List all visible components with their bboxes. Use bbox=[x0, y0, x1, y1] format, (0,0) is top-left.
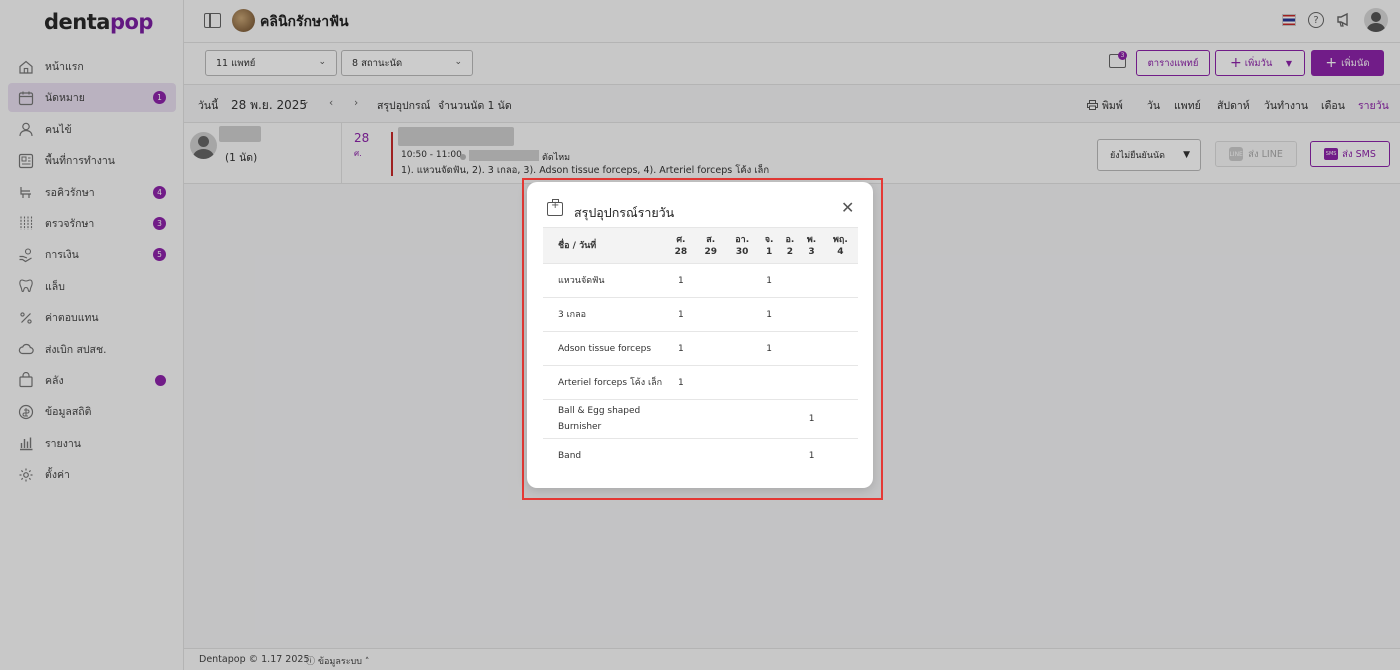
quantity-cell bbox=[666, 399, 696, 439]
day-number: 3 bbox=[808, 246, 815, 257]
quantity-cell: 1 bbox=[758, 263, 780, 298]
quantity-cell bbox=[695, 365, 726, 400]
quantity-cell bbox=[822, 399, 858, 439]
day-number: 29 bbox=[704, 246, 717, 257]
day-weekday: ศ. bbox=[676, 234, 686, 245]
quantity-cell bbox=[758, 399, 780, 439]
day-column-header: พฤ. 4 bbox=[822, 227, 858, 264]
equipment-summary-modal: สรุปอุปกรณ์รายวัน ✕ ชื่อ / วันที่ ศ.28ส.… bbox=[527, 182, 873, 488]
equipment-name: Adson tissue forceps bbox=[543, 331, 666, 366]
quantity-cell bbox=[725, 365, 759, 400]
table-row: แหวนจัดฟัน 1 1 bbox=[543, 263, 858, 298]
quantity-cell bbox=[725, 263, 759, 298]
table-body: แหวนจัดฟัน 1 1 3 เกลอ 1 1 Adson tissue forceps… bbox=[543, 263, 858, 473]
quantity-cell: 1 bbox=[666, 263, 696, 298]
quantity-cell: 1 bbox=[758, 331, 780, 366]
quantity-cell bbox=[800, 365, 823, 400]
quantity-cell bbox=[695, 331, 726, 366]
equipment-name: แหวนจัดฟัน bbox=[543, 263, 666, 298]
quantity-cell bbox=[779, 439, 800, 473]
quantity-cell bbox=[666, 439, 696, 473]
medical-kit-icon bbox=[547, 199, 563, 216]
day-column-header: พ. 3 bbox=[800, 227, 823, 264]
day-weekday: ส. bbox=[706, 234, 716, 245]
day-number: 30 bbox=[735, 246, 749, 257]
day-number: 1 bbox=[765, 246, 773, 257]
quantity-cell bbox=[758, 365, 780, 400]
equipment-name: Ball & Egg shaped Burnisher bbox=[543, 399, 666, 439]
quantity-cell bbox=[823, 439, 858, 473]
quantity-cell bbox=[726, 439, 759, 473]
equipment-name: Arteriel forceps โค้ง เล็ก bbox=[543, 365, 666, 400]
quantity-cell bbox=[822, 297, 858, 332]
day-weekday: จ. bbox=[764, 234, 774, 245]
quantity-cell bbox=[759, 439, 780, 473]
quantity-cell: 1 bbox=[800, 399, 823, 439]
quantity-cell bbox=[822, 365, 858, 400]
quantity-cell bbox=[725, 331, 759, 366]
day-column-header: อา. 30 bbox=[725, 227, 759, 264]
quantity-cell: 1 bbox=[666, 297, 696, 332]
name-date-header: ชื่อ / วันที่ bbox=[543, 227, 666, 264]
quantity-cell: 1 bbox=[666, 365, 696, 400]
quantity-cell bbox=[696, 439, 726, 473]
quantity-cell bbox=[822, 263, 858, 298]
quantity-cell bbox=[695, 263, 726, 298]
equipment-name: Band bbox=[558, 450, 582, 461]
quantity-cell bbox=[779, 263, 801, 298]
table-row: Band 1 bbox=[543, 439, 858, 473]
quantity-cell bbox=[800, 263, 823, 298]
day-number: 4 bbox=[837, 246, 844, 257]
day-weekday: อ. bbox=[785, 234, 795, 245]
equipment-table: ชื่อ / วันที่ ศ. 28 ส. 29 อา. 30 จ. 1 อ. 2 พ. 3 พฤ. 4… bbox=[543, 227, 858, 473]
table-row: Ball & Egg shaped Burnisher 1 bbox=[543, 399, 858, 439]
table-row: Arteriel forceps โค้ง เล็ก 1 bbox=[543, 365, 858, 400]
equipment-name: 3 เกลอ bbox=[543, 297, 666, 332]
table-header-row: ชื่อ / วันที่ ศ. 28 ส. 29 อา. 30 จ. 1 อ. 2 พ. 3 พฤ. 4 bbox=[543, 227, 858, 264]
quantity-cell bbox=[822, 331, 858, 366]
day-number: 28 bbox=[674, 246, 688, 257]
day-column-header: ส. 29 bbox=[695, 227, 726, 264]
quantity-cell bbox=[695, 399, 726, 439]
close-icon[interactable]: ✕ bbox=[841, 200, 854, 216]
quantity-cell: 1 bbox=[808, 450, 815, 461]
table-row: 3 เกลอ 1 1 bbox=[543, 297, 858, 332]
quantity-cell bbox=[779, 365, 801, 400]
day-column-header: ศ. 28 bbox=[666, 227, 696, 264]
quantity-cell bbox=[695, 297, 726, 332]
day-number: 2 bbox=[786, 246, 794, 257]
table-row: Adson tissue forceps 1 1 bbox=[543, 331, 858, 366]
quantity-cell bbox=[725, 297, 759, 332]
day-column-header: อ. 2 bbox=[779, 227, 801, 264]
day-column-header: จ. 1 bbox=[758, 227, 780, 264]
day-weekday: พ. bbox=[806, 234, 817, 245]
quantity-cell bbox=[779, 297, 801, 332]
quantity-cell bbox=[779, 331, 801, 366]
quantity-cell bbox=[800, 297, 823, 332]
day-weekday: พฤ. bbox=[832, 234, 848, 245]
quantity-cell: 1 bbox=[666, 331, 696, 366]
quantity-cell bbox=[779, 399, 801, 439]
quantity-cell bbox=[800, 331, 823, 366]
quantity-cell: 1 bbox=[758, 297, 780, 332]
day-weekday: อา. bbox=[735, 234, 750, 245]
quantity-cell bbox=[725, 399, 759, 439]
modal-title: สรุปอุปกรณ์รายวัน bbox=[574, 205, 675, 220]
